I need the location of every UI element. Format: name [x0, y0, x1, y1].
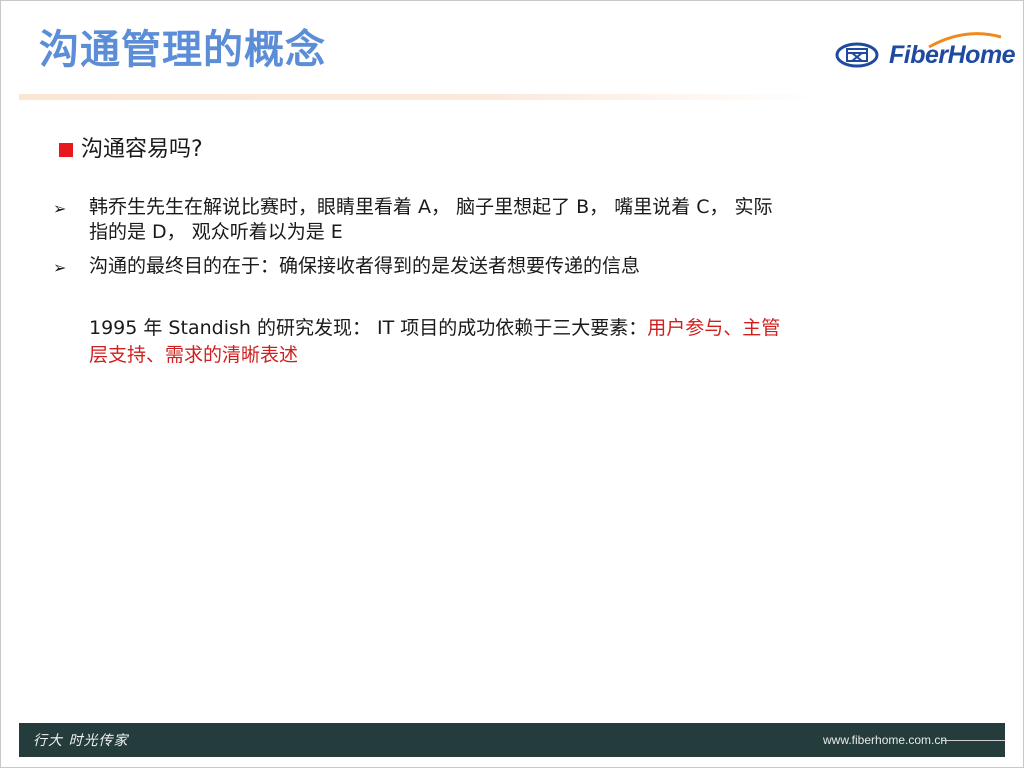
bullet-line: 指的是 D， 观众听着以为是 E — [89, 221, 343, 243]
bullet-line: 韩乔生先生在解说比赛时，眼睛里看着 A， 脑子里想起了 B， 嘴里说着 C， 实… — [89, 196, 773, 218]
bullet-text: 韩乔生先生在解说比赛时，眼睛里看着 A， 脑子里想起了 B， 嘴里说着 C， 实… — [89, 195, 909, 245]
footer-bar: 行大 时光传家 www.fiberhome.com.cn — [19, 723, 1005, 757]
fiberhome-emblem-icon — [835, 42, 879, 68]
footer-signature: 行大 时光传家 — [33, 733, 129, 749]
bullet-line: 沟通的最终目的在于：确保接收者得到的是发送者想要传递的信息 — [89, 255, 641, 277]
fiberhome-logo: FiberHome — [835, 32, 1016, 75]
paragraph-highlight: 用户参与、主管 — [647, 317, 781, 339]
bullet-text: 沟通的最终目的在于：确保接收者得到的是发送者想要传递的信息 — [89, 254, 909, 279]
slide-title: 沟通管理的概念 — [39, 27, 326, 73]
header-divider — [19, 94, 819, 100]
arrow-bullet-icon: ➢ — [53, 199, 67, 218]
standish-paragraph: 1995 年 Standish 的研究发现： IT 项目的成功依赖于三大要素：用… — [89, 315, 919, 369]
footer-divider — [941, 740, 1005, 741]
paragraph-highlight: 层支持、需求的清晰表述 — [89, 344, 299, 366]
paragraph-line: 层支持、需求的清晰表述 — [89, 342, 919, 369]
arrow-bullet-icon: ➢ — [53, 258, 67, 277]
logo-text: FiberHome — [889, 41, 1016, 69]
footer-url: www.fiberhome.com.cn — [823, 733, 948, 747]
paragraph-text: 1995 年 Standish 的研究发现： IT 项目的成功依赖于三大要素： — [89, 317, 648, 339]
paragraph-line: 1995 年 Standish 的研究发现： IT 项目的成功依赖于三大要素：用… — [89, 315, 919, 342]
section-heading: 沟通容易吗? — [81, 137, 203, 162]
slide: 沟通管理的概念 FiberHome 沟通容易吗? ➢ 韩乔生先生在解说比赛时，眼… — [0, 0, 1024, 768]
red-square-bullet-icon — [59, 143, 73, 157]
